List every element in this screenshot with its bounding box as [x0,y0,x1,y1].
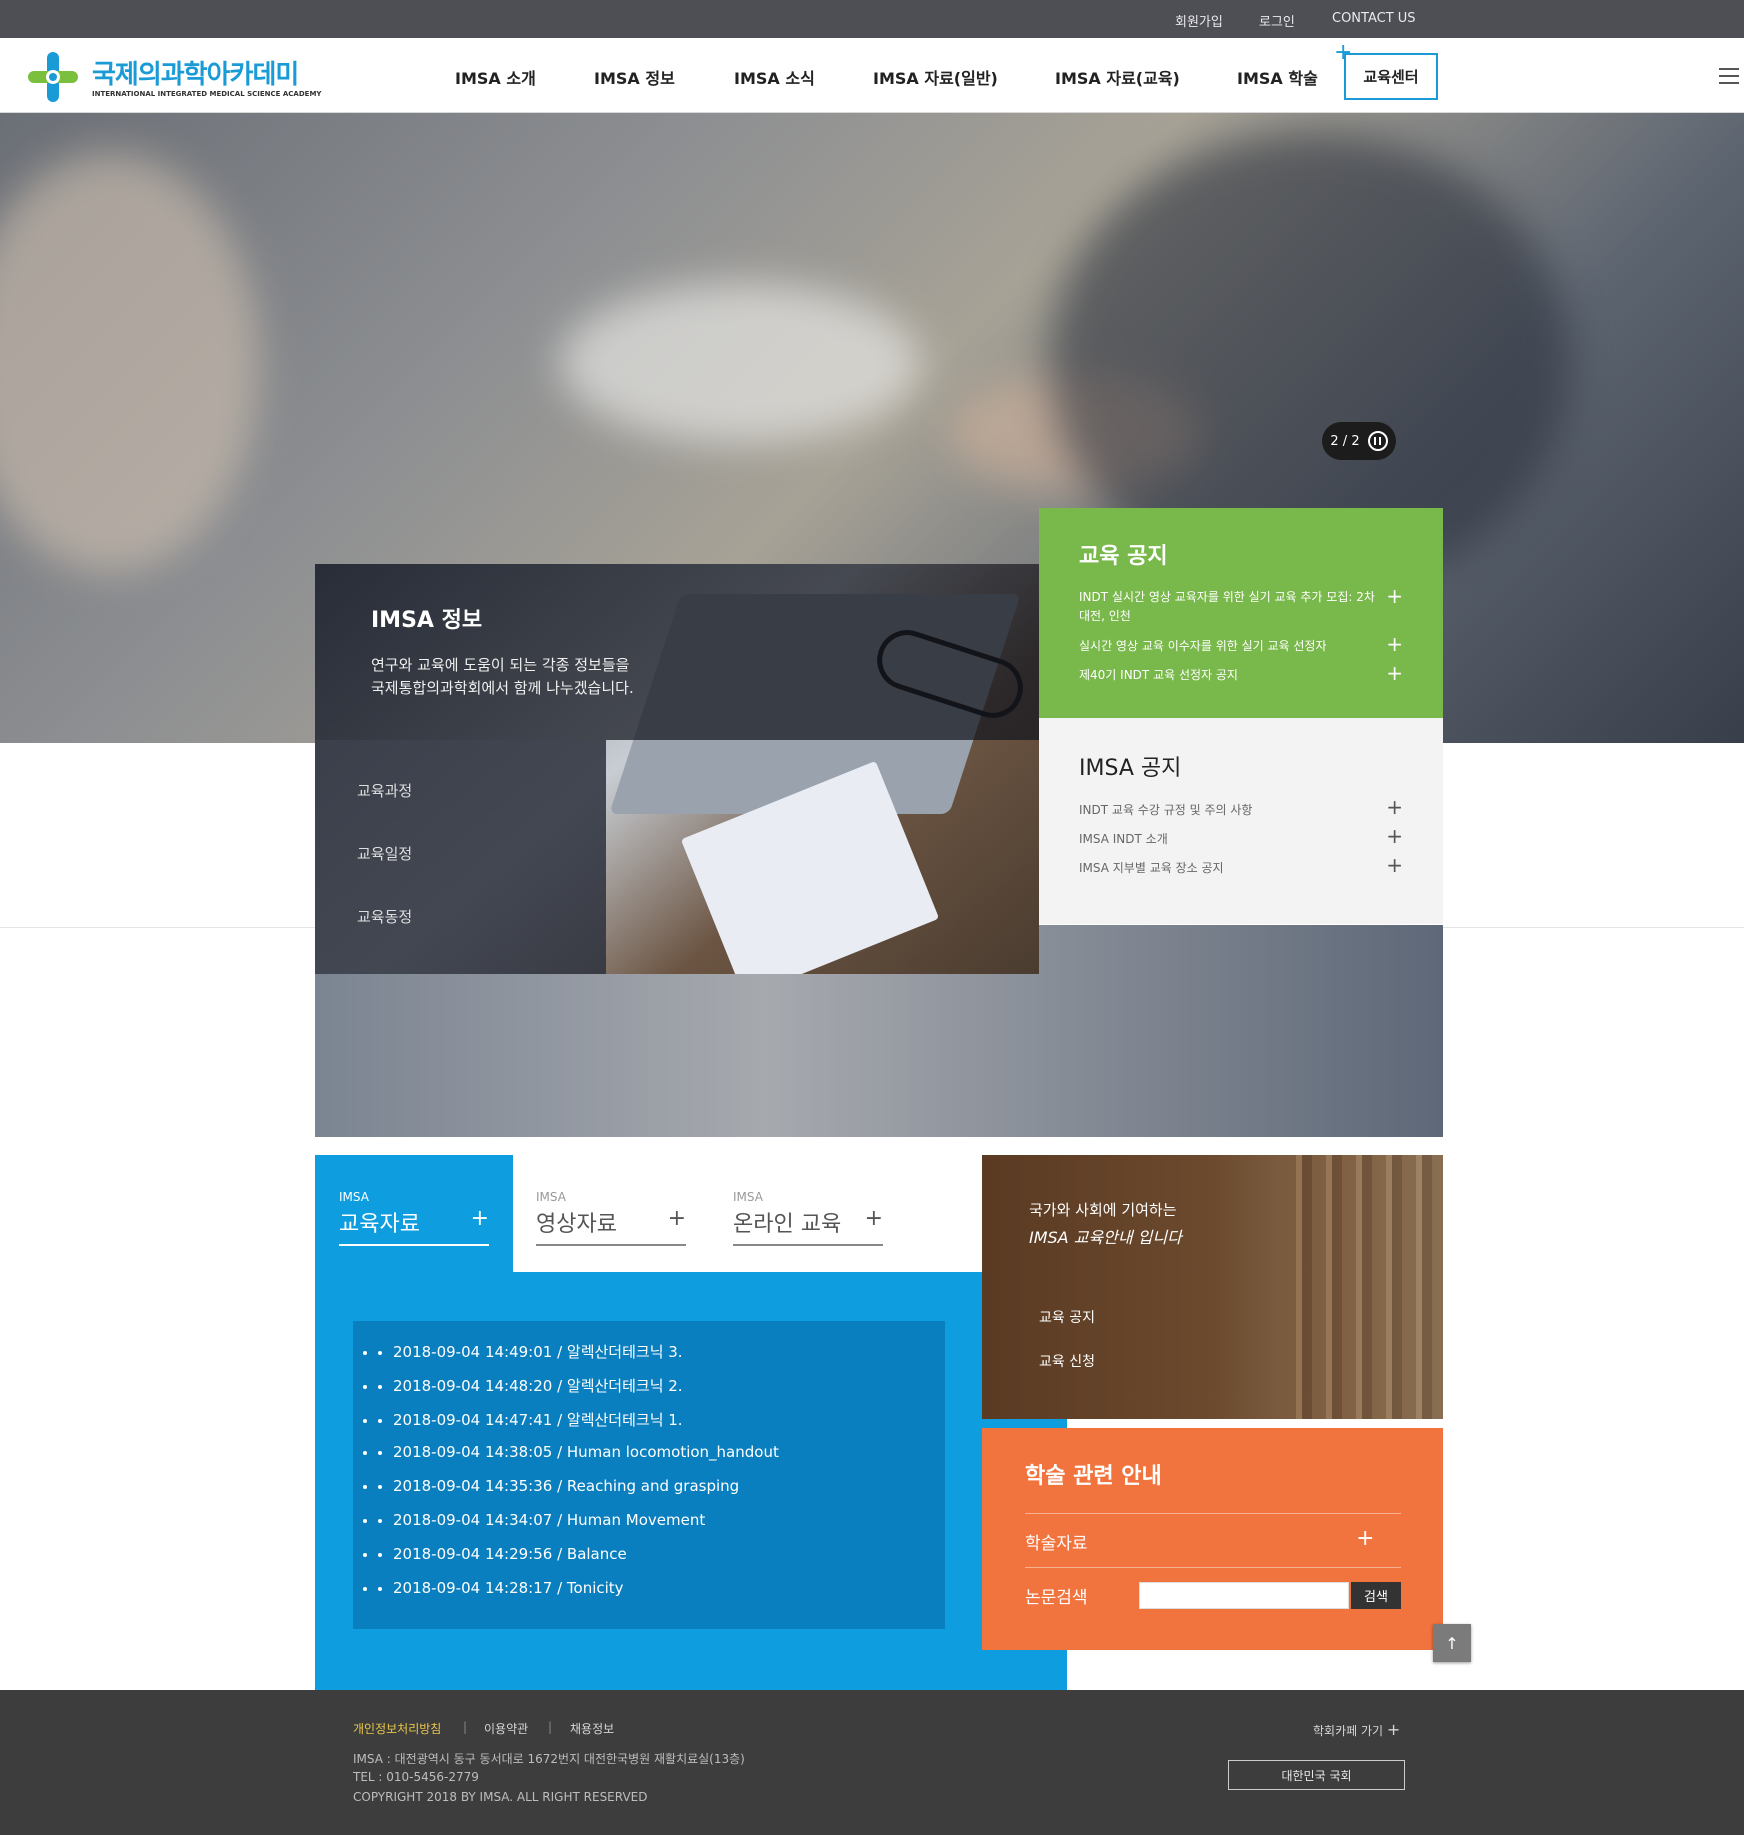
plus-icon[interactable]: + [1386,663,1403,683]
list-item[interactable]: 2018-09-04 14:28:17 / Tonicity [363,1579,624,1597]
notice-item[interactable]: INDT 교육 수강 규정 및 주의 사항 [1079,801,1252,818]
arrow-up-icon[interactable]: ↑ [1433,1624,1471,1662]
footer-copyright: COPYRIGHT 2018 BY IMSA. ALL RIGHT RESERV… [353,1790,648,1804]
signup-link[interactable]: 회원가입 [1175,11,1223,30]
tab-small-label: IMSA [339,1190,369,1204]
plus-icon[interactable]: + [668,1206,686,1231]
menu-item-schedule[interactable]: 교육일정 [357,843,412,864]
contact-us-link[interactable]: CONTACT US [1332,11,1416,26]
list-item[interactable]: 2018-09-04 14:29:56 / Balance [363,1545,627,1563]
cross-logo-icon [28,52,78,102]
tab-online-education[interactable]: IMSA 온라인 교육 + [733,1190,883,1246]
plus-icon[interactable]: + [1386,586,1403,606]
site-footer: 개인정보처리방침 | 이용약관 | 채용정보 IMSA : 대전광역시 동구 동… [0,1690,1744,1835]
list-item[interactable]: 2018-09-04 14:49:01 / 알렉산더테크닉 3. [363,1341,683,1362]
notice-item[interactable]: 실시간 영상 교육 이수자를 위한 실기 교육 선정자 [1079,637,1389,656]
separator: | [548,1720,553,1734]
slide-counter-text: 2 / 2 [1330,433,1360,449]
separator: | [463,1720,468,1734]
info-panel-header: IMSA 정보 연구와 교육에 도움이 되는 각종 정보들을 국제통합의과학회에… [315,564,1039,740]
paper-search-label: 논문검색 [1025,1588,1088,1608]
info-panel-menu: 교육과정 교육일정 교육동정 [315,740,606,974]
plus-icon[interactable]: + [1386,634,1403,654]
recent-data-list: 2018-09-04 14:49:01 / 알렉산더테크닉 3. 2018-09… [353,1321,945,1629]
list-item[interactable]: 2018-09-04 14:48:20 / 알렉산더테크닉 2. [363,1375,683,1396]
divider [1025,1513,1401,1514]
tab-video-data[interactable]: IMSA 영상자료 + [536,1190,686,1246]
link-edu-apply[interactable]: 교육 신청 [1039,1351,1095,1371]
plus-icon[interactable]: + [471,1206,489,1231]
plus-icon[interactable]: + [1386,797,1403,817]
top-utility-bar: 회원가입 로그인 CONTACT US [0,0,1744,38]
list-item[interactable]: 2018-09-04 14:47:41 / 알렉산더테크닉 1. [363,1409,683,1430]
main-header: 국제의과학아카데미 INTERNATIONAL INTEGRATED MEDIC… [0,38,1744,113]
bookshelf-image [1282,1155,1443,1419]
nav-imsa-news[interactable]: IMSA 소식 [734,65,815,89]
academic-info-card: 학술 관련 안내 학술자료 + 논문검색 검색 [982,1428,1443,1650]
tab-label: 영상자료 [536,1212,617,1237]
info-panel-title: IMSA 정보 [371,608,483,633]
tab-label: 교육자료 [339,1212,420,1237]
tab-label: 온라인 교육 [733,1212,842,1237]
academic-title: 학술 관련 안내 [1025,1464,1162,1489]
menu-item-curriculum[interactable]: 교육과정 [357,780,412,801]
notice-item[interactable]: IMSA INDT 소개 [1079,830,1168,847]
divider [1025,1567,1401,1568]
search-button[interactable]: 검색 [1351,1582,1401,1609]
paper-search-input[interactable] [1139,1582,1349,1609]
tab-education-data[interactable]: IMSA 교육자료 + [339,1190,489,1246]
info-panel-desc: 연구와 교육에 도움이 되는 각종 정보들을 [371,656,630,674]
education-guide-card: 국가와 사회에 기여하는 IMSA 교육안내 입니다 교육 공지 교육 신청 [982,1155,1443,1419]
tab-underline [536,1244,686,1246]
academic-data-link[interactable]: 학술자료 [1025,1529,1088,1554]
education-notice-card: 교육 공지 INDT 실시간 영상 교육자를 위한 실기 교육 추가 모집: 2… [1039,508,1443,718]
hero-photo-person [0,153,260,573]
education-notice-title: 교육 공지 [1079,544,1168,569]
info-panel-desc: 국제통합의과학회에서 함께 나누겠습니다. [371,679,634,697]
logo-title: 국제의과학아카데미 [92,60,299,90]
list-item[interactable]: 2018-09-04 14:35:36 / Reaching and grasp… [363,1477,739,1495]
logo-subtitle: INTERNATIONAL INTEGRATED MEDICAL SCIENCE… [92,90,322,98]
plus-icon[interactable]: + [1386,826,1403,846]
hamburger-icon[interactable] [1719,68,1739,84]
login-link[interactable]: 로그인 [1259,11,1295,30]
imsa-notice-title: IMSA 공지 [1079,756,1182,781]
tab-small-label: IMSA [733,1190,763,1204]
nav-imsa-general-data[interactable]: IMSA 자료(일반) [873,65,998,89]
imsa-info-panel: IMSA 정보 연구와 교육에 도움이 되는 각종 정보들을 국제통합의과학회에… [315,564,1039,974]
society-cafe-link[interactable]: 학회카페 가기 + [1313,1720,1400,1739]
privacy-policy-link[interactable]: 개인정보처리방침 [353,1720,441,1737]
nav-imsa-academic[interactable]: IMSA 학술 [1237,65,1318,89]
nav-imsa-intro[interactable]: IMSA 소개 [455,65,536,89]
plus-icon: + [1386,1720,1401,1739]
footer-tel: TEL : 010-5456-2779 [353,1770,479,1784]
tab-underline [733,1244,883,1246]
site-logo[interactable]: 국제의과학아카데미 INTERNATIONAL INTEGRATED MEDIC… [24,46,321,106]
plus-icon[interactable]: + [1356,1526,1374,1551]
link-edu-notice[interactable]: 교육 공지 [1039,1307,1095,1327]
pause-icon[interactable] [1367,431,1388,451]
notice-item[interactable]: 제40기 INDT 교육 선정자 공지 [1079,666,1389,685]
nav-education-center[interactable]: 교육센터 [1344,53,1438,100]
plus-icon[interactable]: + [1386,855,1403,875]
careers-link[interactable]: 채용정보 [570,1720,614,1737]
terms-link[interactable]: 이용약관 [484,1720,528,1737]
imsa-notice-card: IMSA 공지 INDT 교육 수강 규정 및 주의 사항 + IMSA IND… [1039,718,1443,924]
national-assembly-select[interactable]: 대한민국 국회 [1228,1760,1405,1790]
slide-counter[interactable]: 2 / 2 [1322,422,1396,460]
guide-text: IMSA 교육안내 입니다 [1029,1228,1182,1247]
menu-item-news[interactable]: 교육동정 [357,906,412,927]
footer-address: IMSA : 대전광역시 동구 동서대로 1672번지 대전한국병원 재활치료실… [353,1752,745,1766]
list-item[interactable]: 2018-09-04 14:38:05 / Human locomotion_h… [363,1443,779,1461]
plus-icon[interactable]: + [865,1206,883,1231]
nav-imsa-info[interactable]: IMSA 정보 [594,65,675,89]
hero-photo-paper [560,283,920,443]
notice-item[interactable]: INDT 실시간 영상 교육자를 위한 실기 교육 추가 모집: 2차 대전, … [1079,588,1389,626]
guide-text: 국가와 사회에 기여하는 [1029,1201,1177,1219]
nav-imsa-edu-data[interactable]: IMSA 자료(교육) [1055,65,1180,89]
tab-small-label: IMSA [536,1190,566,1204]
tab-underline [339,1244,489,1246]
list-item[interactable]: 2018-09-04 14:34:07 / Human Movement [363,1511,705,1529]
notice-item[interactable]: IMSA 지부별 교육 장소 공지 [1079,859,1224,876]
